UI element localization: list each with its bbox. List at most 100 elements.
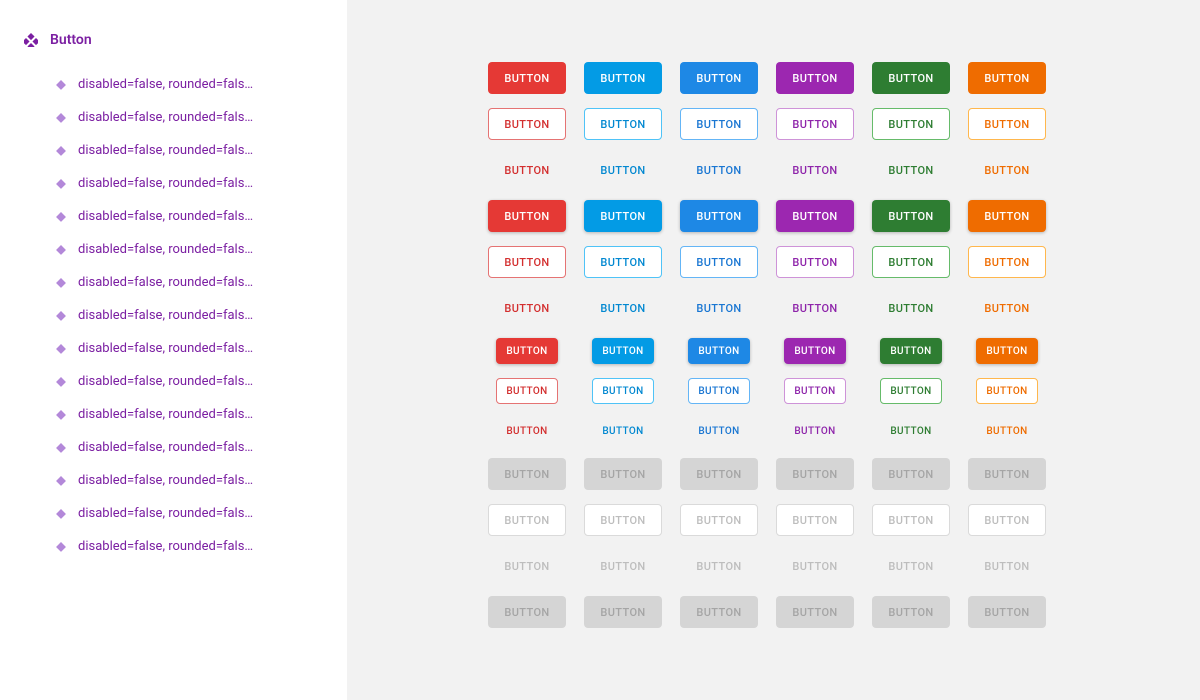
button-outlined-red[interactable]: BUTTON — [488, 246, 566, 278]
button-text-green[interactable]: BUTTON — [872, 154, 950, 186]
button-outlined-red[interactable]: BUTTON — [496, 378, 558, 404]
button-text-orange[interactable]: BUTTON — [968, 292, 1046, 324]
button-text-orange[interactable]: BUTTON — [968, 154, 1046, 186]
variant-item[interactable]: disabled=false, rounded=fals… — [0, 398, 347, 431]
button-cell: BUTTON — [583, 338, 663, 364]
button-contained-orange[interactable]: BUTTON — [976, 338, 1038, 364]
variant-item[interactable]: disabled=false, rounded=fals… — [0, 530, 347, 563]
button-text-indigo[interactable]: BUTTON — [680, 292, 758, 324]
button-text-purple[interactable]: BUTTON — [776, 292, 854, 324]
button-outlined-purple[interactable]: BUTTON — [776, 108, 854, 140]
sidebar-header[interactable]: Button — [0, 24, 347, 56]
button-outlined-orange[interactable]: BUTTON — [968, 246, 1046, 278]
button-contained-blue-disabled: BUTTON — [584, 596, 662, 628]
button-cell: BUTTON — [871, 504, 951, 536]
button-text-green[interactable]: BUTTON — [880, 418, 942, 444]
button-outlined-red[interactable]: BUTTON — [488, 108, 566, 140]
variant-item[interactable]: disabled=false, rounded=fals… — [0, 464, 347, 497]
button-text-purple[interactable]: BUTTON — [776, 154, 854, 186]
variant-item[interactable]: disabled=false, rounded=fals… — [0, 299, 347, 332]
button-contained-indigo-disabled: BUTTON — [680, 458, 758, 490]
button-text-purple[interactable]: BUTTON — [784, 418, 846, 444]
button-outlined-blue[interactable]: BUTTON — [592, 378, 654, 404]
variant-item[interactable]: disabled=false, rounded=fals… — [0, 497, 347, 530]
variant-item[interactable]: disabled=false, rounded=fals… — [0, 365, 347, 398]
button-text-red[interactable]: BUTTON — [488, 154, 566, 186]
variant-item[interactable]: disabled=false, rounded=fals… — [0, 200, 347, 233]
button-cell: BUTTON — [967, 338, 1047, 364]
button-outlined-indigo[interactable]: BUTTON — [680, 246, 758, 278]
button-outlined-green[interactable]: BUTTON — [880, 378, 942, 404]
button-cell: BUTTON — [679, 154, 759, 186]
variant-item[interactable]: disabled=false, rounded=fals… — [0, 266, 347, 299]
button-text-green-disabled: BUTTON — [872, 550, 950, 582]
variant-icon — [56, 509, 66, 519]
button-outlined-indigo[interactable]: BUTTON — [680, 108, 758, 140]
button-text-red[interactable]: BUTTON — [488, 292, 566, 324]
button-outlined-green[interactable]: BUTTON — [872, 246, 950, 278]
button-cell: BUTTON — [487, 62, 567, 94]
variant-item[interactable]: disabled=false, rounded=fals… — [0, 101, 347, 134]
button-text-indigo[interactable]: BUTTON — [680, 154, 758, 186]
button-contained-red[interactable]: BUTTON — [496, 338, 558, 364]
variant-item[interactable]: disabled=false, rounded=fals… — [0, 68, 347, 101]
button-outlined-purple-disabled: BUTTON — [776, 504, 854, 536]
button-outlined-indigo[interactable]: BUTTON — [688, 378, 750, 404]
variant-label: disabled=false, rounded=fals… — [78, 341, 253, 356]
button-text-blue[interactable]: BUTTON — [584, 292, 662, 324]
button-contained-blue[interactable]: BUTTON — [584, 200, 662, 232]
variant-item[interactable]: disabled=false, rounded=fals… — [0, 134, 347, 167]
button-cell: BUTTON — [967, 200, 1047, 232]
button-text-red[interactable]: BUTTON — [496, 418, 558, 444]
variant-label: disabled=false, rounded=fals… — [78, 209, 253, 224]
button-contained-purple[interactable]: BUTTON — [784, 338, 846, 364]
variant-item[interactable]: disabled=false, rounded=fals… — [0, 431, 347, 464]
button-text-blue[interactable]: BUTTON — [584, 154, 662, 186]
variant-item[interactable]: disabled=false, rounded=fals… — [0, 233, 347, 266]
button-contained-red[interactable]: BUTTON — [488, 200, 566, 232]
button-text-indigo[interactable]: BUTTON — [688, 418, 750, 444]
button-text-blue[interactable]: BUTTON — [592, 418, 654, 444]
button-contained-red[interactable]: BUTTON — [488, 62, 566, 94]
button-contained-green[interactable]: BUTTON — [880, 338, 942, 364]
button-cell: BUTTON — [871, 378, 951, 404]
button-outlined-purple[interactable]: BUTTON — [776, 246, 854, 278]
variant-label: disabled=false, rounded=fals… — [78, 143, 253, 158]
button-contained-purple[interactable]: BUTTON — [776, 200, 854, 232]
variant-label: disabled=false, rounded=fals… — [78, 110, 253, 125]
button-contained-indigo[interactable]: BUTTON — [680, 62, 758, 94]
button-text-orange[interactable]: BUTTON — [976, 418, 1038, 444]
button-outlined-blue[interactable]: BUTTON — [584, 246, 662, 278]
button-outlined-orange[interactable]: BUTTON — [976, 378, 1038, 404]
button-cell: BUTTON — [967, 596, 1047, 628]
button-cell: BUTTON — [487, 458, 567, 490]
button-contained-blue[interactable]: BUTTON — [592, 338, 654, 364]
button-cell: BUTTON — [679, 378, 759, 404]
button-text-green[interactable]: BUTTON — [872, 292, 950, 324]
button-contained-orange[interactable]: BUTTON — [968, 62, 1046, 94]
button-cell: BUTTON — [967, 154, 1047, 186]
button-contained-green[interactable]: BUTTON — [872, 62, 950, 94]
button-contained-indigo[interactable]: BUTTON — [680, 200, 758, 232]
button-contained-purple[interactable]: BUTTON — [776, 62, 854, 94]
button-outlined-blue[interactable]: BUTTON — [584, 108, 662, 140]
button-outlined-orange[interactable]: BUTTON — [968, 108, 1046, 140]
canvas[interactable]: BUTTON BUTTON BUTTON BUTTON BUTTON BUTTON BUTT… — [347, 0, 1200, 700]
button-contained-blue[interactable]: BUTTON — [584, 62, 662, 94]
variant-item[interactable]: disabled=false, rounded=fals… — [0, 332, 347, 365]
button-contained-orange-disabled: BUTTON — [968, 458, 1046, 490]
button-cell: BUTTON — [967, 378, 1047, 404]
button-text-indigo-disabled: BUTTON — [680, 550, 758, 582]
button-outlined-green[interactable]: BUTTON — [872, 108, 950, 140]
variant-label: disabled=false, rounded=fals… — [78, 539, 253, 554]
button-outlined-purple[interactable]: BUTTON — [784, 378, 846, 404]
button-cell: BUTTON — [967, 108, 1047, 140]
button-contained-orange[interactable]: BUTTON — [968, 200, 1046, 232]
button-cell: BUTTON — [775, 108, 855, 140]
button-contained-green[interactable]: BUTTON — [872, 200, 950, 232]
variant-icon — [56, 377, 66, 387]
variant-item[interactable]: disabled=false, rounded=fals… — [0, 167, 347, 200]
variant-icon — [56, 344, 66, 354]
button-cell: BUTTON — [775, 62, 855, 94]
button-contained-indigo[interactable]: BUTTON — [688, 338, 750, 364]
